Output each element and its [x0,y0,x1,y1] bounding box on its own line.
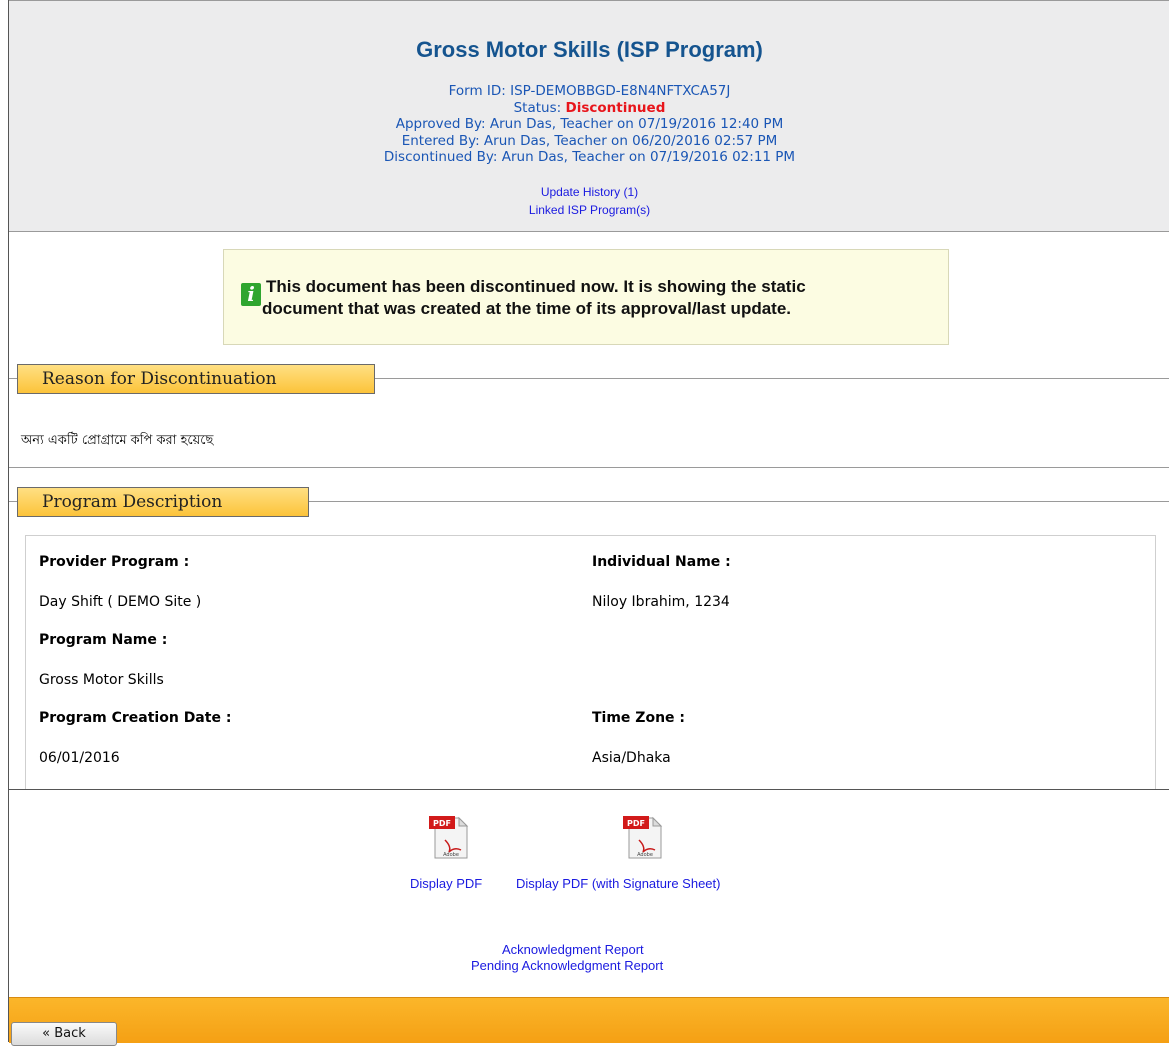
pdf-icon-label: PDF [433,819,451,828]
provider-program-label: Provider Program : [39,554,190,570]
fieldset-border [9,378,17,379]
page-title: Gross Motor Skills (ISP Program) [416,37,763,62]
acknowledgment-report-link[interactable]: Acknowledgment Report [502,942,644,957]
form-id: Form ID: ISP-DEMOBBGD-E8N4NFTXCA57J [448,83,731,99]
time-zone-label: Time Zone : [592,710,686,726]
program-description-panel: Provider Program : Day Shift ( DEMO Site… [25,535,1156,795]
display-pdf-link[interactable]: Display PDF [410,876,482,891]
approved-by: Approved By: Arun Das, Teacher on 07/19/… [395,116,784,132]
provider-program-value: Day Shift ( DEMO Site ) [39,594,202,610]
creation-date-label: Program Creation Date : [39,710,232,726]
display-pdf-signature-link[interactable]: Display PDF (with Signature Sheet) [516,876,720,891]
program-name-value: Gross Motor Skills [39,672,164,688]
pending-acknowledgment-report-link[interactable]: Pending Acknowledgment Report [471,958,663,973]
status-line: Status: Discontinued [9,100,1169,117]
creation-date-value: 06/01/2016 [39,750,120,766]
time-zone-value: Asia/Dhaka [592,750,671,766]
fieldset-border [9,467,1169,468]
pdf-signature-icon[interactable]: PDF Adobe [621,814,665,860]
adobe-text: Adobe [443,852,459,858]
pdf-icon[interactable]: PDF Adobe [427,814,471,860]
notice-message: This document has been discontinued now.… [262,276,952,320]
fieldset-border [309,501,1169,502]
description-legend: Program Description [17,487,309,517]
entered-by: Entered By: Arun Das, Teacher on 06/20/2… [401,132,778,149]
footer-bar: « Back [9,997,1169,1046]
fieldset-border [9,501,17,502]
reason-text: অন্য একটি প্রোগ্রামে কপি করা হয়েছে [21,433,214,448]
report-actions-panel: PDF Adobe PDF Adobe Display PDF Display … [9,789,1169,998]
fieldset-border [375,378,1169,379]
discontinued-by: Discontinued By: Arun Das, Teacher on 07… [383,149,796,165]
pdf-icon-label: PDF [627,819,645,828]
program-name-label: Program Name : [39,632,168,648]
page-frame: Gross Motor Skills (ISP Program) Form ID… [8,0,1169,1046]
update-history-link[interactable]: Update History (1) [541,185,638,199]
individual-name-value: Niloy Ibrahim, 1234 [592,594,730,610]
adobe-text: Adobe [637,852,653,858]
status-label: Status: [513,99,562,116]
status-badge: Discontinued [565,99,666,116]
notice-line-1: This document has been discontinued now.… [266,277,806,296]
header-links: Update History (1) Linked ISP Program(s) [9,183,1169,219]
info-icon: i [241,283,261,306]
linked-isp-programs-link[interactable]: Linked ISP Program(s) [529,203,650,217]
notice-line-2: document that was created at the time of… [262,299,792,318]
individual-name-label: Individual Name : [592,554,731,570]
reason-legend: Reason for Discontinuation [17,364,375,394]
document-header: Gross Motor Skills (ISP Program) Form ID… [9,0,1169,232]
form-meta: Form ID: ISP-DEMOBBGD-E8N4NFTXCA57J Stat… [9,83,1169,166]
discontinued-notice: i This document has been discontinued no… [223,249,949,345]
back-button[interactable]: « Back [11,1022,117,1046]
